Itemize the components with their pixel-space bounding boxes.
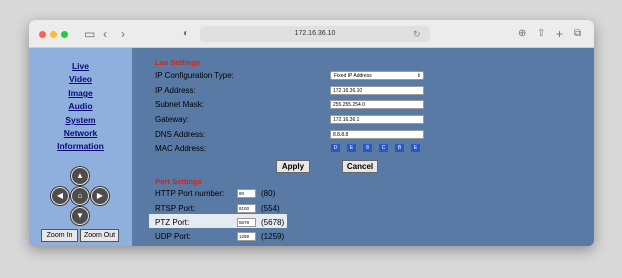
sidebar-toggle-icon[interactable]: ▭	[84, 26, 95, 42]
close-window-button[interactable]	[39, 31, 46, 38]
ip-address-label: IP Address:	[155, 86, 196, 95]
share-icon[interactable]: ⇧	[537, 26, 545, 42]
http-port-input[interactable]: 80	[237, 189, 256, 198]
gateway-label: Gateway:	[155, 115, 189, 124]
nav-image[interactable]: Image	[29, 88, 132, 98]
select-arrow-icon: ⇕	[416, 73, 421, 79]
back-icon[interactable]: ‹	[103, 26, 107, 42]
mac-address-segment: C	[379, 144, 388, 152]
subnet-mask-label: Subnet Mask:	[155, 100, 204, 109]
http-port-default: (80)	[261, 189, 276, 198]
mac-address-segment: E	[347, 144, 356, 152]
title-bar: ▭ ‹ › ◐ 172.16.36.10 ↻ ⊕ ⇧ + ⧉	[29, 20, 594, 48]
mac-address-segment: B	[395, 144, 404, 152]
zoom-window-button[interactable]	[61, 31, 68, 38]
dns-address-label: DNS Address:	[155, 130, 206, 139]
ip-type-select[interactable]: Fixed IP Address ⇕	[330, 71, 424, 80]
subnet-mask-input[interactable]: 255.255.254.0	[330, 100, 424, 109]
mac-address-segment: D	[331, 144, 340, 152]
rtsp-port-input[interactable]: 8100	[237, 204, 256, 213]
ip-type-label: IP Configuration Type:	[155, 71, 234, 80]
forward-icon[interactable]: ›	[121, 26, 125, 42]
url-text: 172.16.36.10	[294, 30, 336, 37]
home-icon: ⌂	[77, 191, 83, 200]
new-tab-icon[interactable]: +	[556, 26, 563, 42]
shield-icon[interactable]: ◐	[183, 26, 189, 42]
rtsp-port-label: RTSP Port:	[155, 204, 196, 213]
browser-window: ▭ ‹ › ◐ 172.16.36.10 ↻ ⊕ ⇧ + ⧉ Live Vide…	[29, 20, 594, 246]
udp-port-default: (1259)	[261, 232, 285, 241]
arrow-up-icon: ▲	[76, 171, 84, 180]
refresh-icon[interactable]: ↻	[413, 26, 421, 42]
lan-settings-title: Lan Settings	[155, 58, 201, 67]
ptz-down-button[interactable]: ▼	[71, 207, 89, 225]
mac-address-segment: 8	[363, 144, 372, 152]
nav-audio[interactable]: Audio	[29, 101, 132, 111]
ip-type-value: Fixed IP Address	[334, 73, 372, 79]
mac-address-label: MAC Address:	[155, 144, 207, 153]
dns-address-input[interactable]: 8.8.8.8	[330, 130, 424, 139]
apply-button[interactable]: Apply	[276, 160, 310, 173]
address-bar[interactable]: 172.16.36.10	[200, 26, 430, 42]
zoom-in-button[interactable]: Zoom In	[41, 229, 78, 242]
ptz-up-button[interactable]: ▲	[71, 167, 89, 185]
arrow-down-icon: ▼	[76, 211, 84, 220]
udp-port-input[interactable]: 1259	[237, 232, 256, 241]
arrow-right-icon: ▶	[96, 191, 104, 200]
ptz-port-input[interactable]: 5678	[237, 218, 256, 227]
mac-address-segment: E	[411, 144, 420, 152]
nav-video[interactable]: Video	[29, 74, 132, 84]
nav-live[interactable]: Live	[29, 61, 132, 71]
http-port-label: HTTP Port number:	[155, 189, 225, 198]
nav-network[interactable]: Network	[29, 128, 132, 138]
udp-port-label: UDP Port:	[155, 232, 191, 241]
nav-system[interactable]: System	[29, 115, 132, 125]
gateway-input[interactable]: 172.16.36.1	[330, 115, 424, 124]
rtsp-port-default: (554)	[261, 204, 280, 213]
nav-information[interactable]: Information	[29, 141, 132, 151]
arrow-left-icon: ◀	[56, 191, 64, 200]
port-settings-title: Port Settings	[155, 177, 202, 186]
minimize-window-button[interactable]	[50, 31, 57, 38]
ptz-right-button[interactable]: ▶	[91, 187, 109, 205]
cancel-button[interactable]: Cancel	[342, 160, 378, 173]
tabs-icon[interactable]: ⧉	[574, 26, 581, 42]
zoom-out-button[interactable]: Zoom Out	[80, 229, 119, 242]
ptz-port-default: (5678)	[261, 218, 285, 227]
ptz-home-button[interactable]: ⌂	[71, 187, 89, 205]
download-icon[interactable]: ⊕	[518, 26, 526, 42]
sidebar: Live Video Image Audio System Network In…	[29, 48, 132, 246]
ptz-port-label: PTZ Port:	[155, 218, 190, 227]
ip-address-input[interactable]: 172.16.36.10	[330, 86, 424, 95]
ptz-left-button[interactable]: ◀	[51, 187, 69, 205]
